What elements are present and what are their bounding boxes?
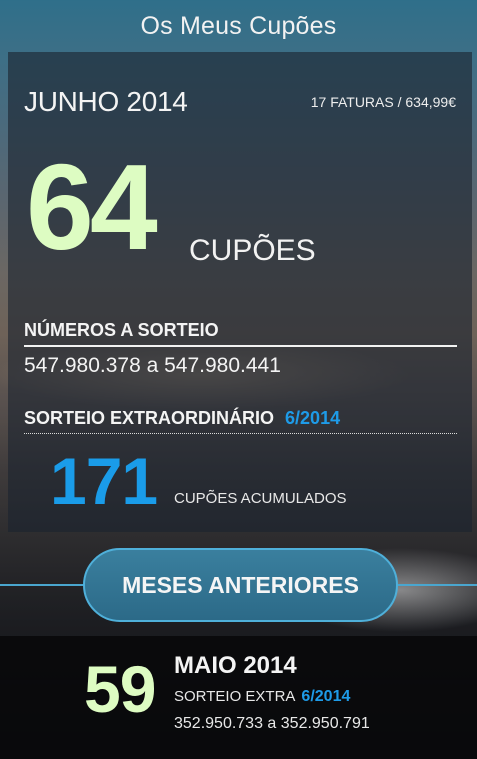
extraordinary-draw-label: SORTEIO EXTRAORDINÁRIO: [24, 408, 275, 428]
previous-month-label: MAIO 2014: [174, 652, 297, 679]
previous-extra-draw: SORTEIO EXTRA 6/2014: [174, 688, 350, 706]
current-month-label: JUNHO 2014: [24, 86, 188, 117]
accumulated-count: 171: [50, 444, 158, 518]
coupon-unit: CUPÕES: [189, 234, 316, 267]
previous-numbers-range: 352.950.733 a 352.950.791: [174, 715, 370, 732]
extraordinary-draw-period: 6/2014: [285, 408, 341, 428]
previous-coupon-count: 59: [84, 652, 156, 726]
accumulated-label: CUPÕES ACUMULADOS: [174, 490, 347, 507]
extraordinary-draw-row: SORTEIO EXTRAORDINÁRIO 6/2014: [24, 408, 457, 434]
previous-extra-period: 6/2014: [301, 688, 351, 705]
divider-right: [397, 584, 477, 586]
previous-extra-label: SORTEIO EXTRA: [174, 688, 296, 705]
divider-left: [0, 584, 84, 586]
invoices-summary: 17 FATURAS / 634,99€: [310, 94, 456, 110]
page-title: Os Meus Cupões: [140, 11, 337, 40]
previous-month-item[interactable]: 59 MAIO 2014 SORTEIO EXTRA 6/2014 352.950…: [0, 636, 477, 759]
draw-numbers-label: NÚMEROS A SORTEIO: [24, 320, 457, 347]
coupon-count: 64: [26, 139, 158, 275]
previous-months-button[interactable]: MESES ANTERIORES: [83, 548, 398, 622]
current-month-card: JUNHO 2014 17 FATURAS / 634,99€ 64 CUPÕE…: [8, 52, 472, 532]
draw-numbers-range: 547.980.378 a 547.980.441: [24, 354, 281, 377]
